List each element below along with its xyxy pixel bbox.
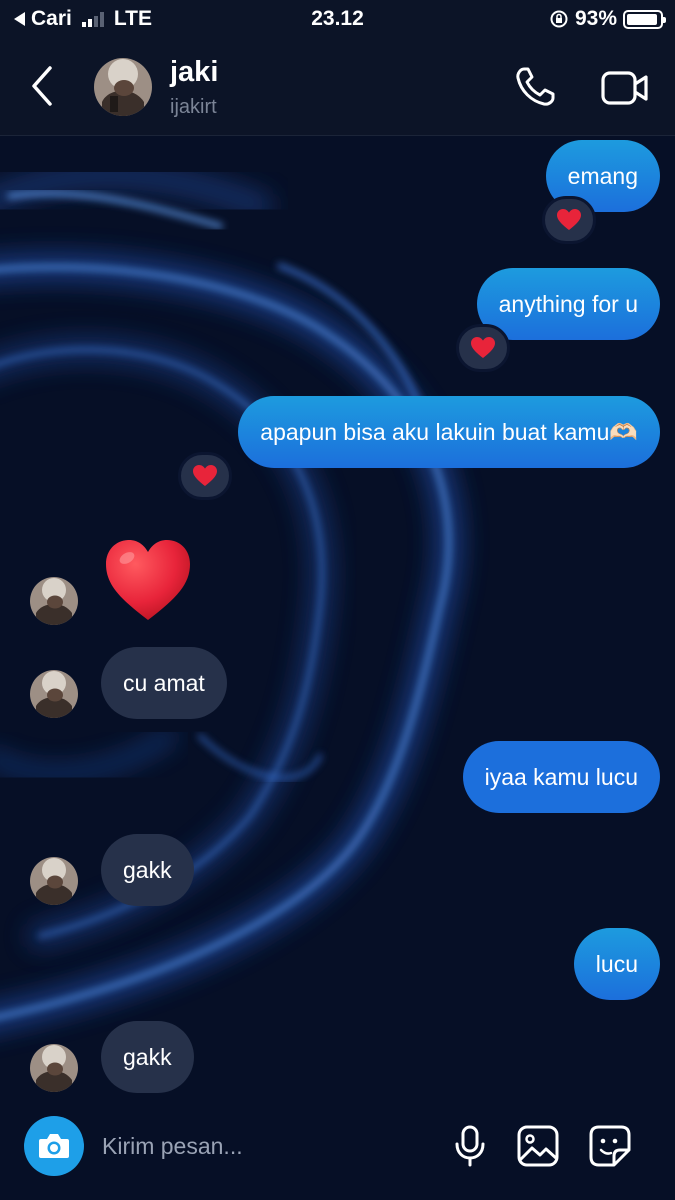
sender-avatar[interactable] [30, 1044, 78, 1092]
camera-icon [39, 1134, 69, 1158]
message-text: gakk [123, 857, 172, 883]
sent-message-bubble[interactable]: iyaa kamu lucu [462, 741, 660, 813]
sender-avatar[interactable] [30, 577, 78, 625]
contact-avatar[interactable] [94, 58, 152, 116]
message-text: iyaa kamu lucu [484, 764, 638, 790]
message-text: gakk [123, 1044, 172, 1070]
sender-avatar[interactable] [30, 670, 78, 718]
battery-percent: 93% [574, 7, 617, 30]
contact-username[interactable]: ijakirt [170, 96, 217, 119]
received-message-bubble[interactable]: gakk [101, 834, 194, 906]
back-chevron-icon[interactable] [22, 64, 62, 108]
microphone-icon[interactable] [448, 1124, 492, 1168]
camera-button[interactable] [24, 1116, 84, 1176]
message-reaction[interactable] [178, 452, 232, 500]
battery-icon [623, 9, 666, 29]
status-right: 93% [549, 7, 666, 31]
sender-avatar[interactable] [30, 857, 78, 905]
message-input[interactable] [102, 1126, 432, 1166]
message-reaction[interactable] [456, 324, 510, 372]
sent-message-bubble[interactable]: apapun bisa aku lakuin buat kamu🫶🏻 [238, 396, 660, 468]
contact-name[interactable]: jaki [170, 56, 218, 89]
message-text: cu amat [123, 670, 205, 696]
received-message-bubble[interactable]: cu amat [101, 647, 227, 719]
sent-message-bubble[interactable]: anything for u [476, 268, 660, 340]
heart-reaction-icon [471, 337, 495, 358]
heart-emoji-message[interactable] [103, 536, 193, 626]
gallery-icon[interactable] [516, 1124, 560, 1168]
message-text: emang [567, 163, 638, 189]
sticker-icon[interactable] [588, 1124, 632, 1168]
message-composer [0, 1100, 675, 1200]
received-message-bubble[interactable]: gakk [101, 1021, 194, 1093]
instagram-dm-screen: Cari LTE 23.12 93% jaki ijakirt emang an… [0, 0, 675, 1200]
message-text: anything for u [498, 291, 638, 317]
rotation-lock-icon [550, 10, 568, 28]
message-reaction[interactable] [542, 196, 596, 244]
video-camera-icon[interactable] [600, 66, 650, 110]
heart-reaction-icon [193, 465, 217, 486]
message-text: lucu [595, 951, 638, 977]
heart-reaction-icon [557, 209, 581, 230]
status-bar: Cari LTE 23.12 93% [0, 0, 675, 38]
sent-message-bubble[interactable]: lucu [573, 928, 660, 1000]
phone-icon[interactable] [512, 64, 558, 110]
chat-header: jaki ijakirt [0, 38, 675, 136]
message-text: apapun bisa aku lakuin buat kamu🫶🏻 [260, 419, 638, 445]
